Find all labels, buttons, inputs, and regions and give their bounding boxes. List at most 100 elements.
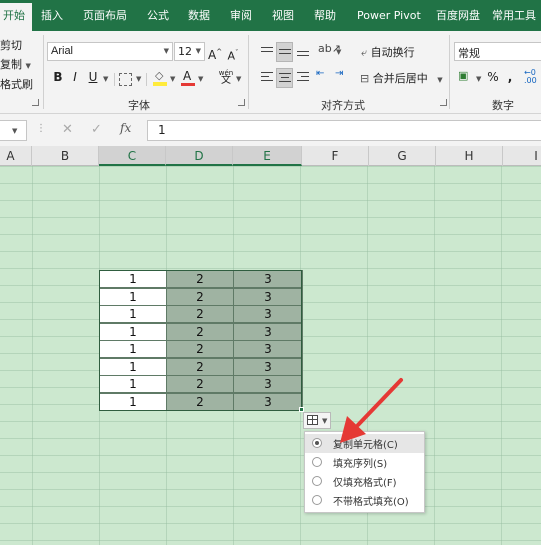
tab-power-pivot[interactable]: Power Pivot <box>357 0 421 31</box>
radio-selected-icon <box>312 438 322 448</box>
format-painter-button[interactable]: 格式刷 <box>0 76 33 92</box>
chevron-down-icon: ▼ <box>163 47 169 55</box>
cut-button[interactable]: 剪切 <box>0 37 22 53</box>
italic-button[interactable]: I <box>68 67 82 87</box>
insert-function-button[interactable]: fx <box>120 121 131 135</box>
merge-center-button[interactable]: ⊟ 合并后居中 ▼ <box>360 70 443 86</box>
align-top-icon[interactable] <box>259 42 275 60</box>
excel-window: 开始 插入 页面布局 公式 数据 审阅 视图 帮助 Power Pivot 百度… <box>0 0 541 545</box>
align-middle-icon[interactable] <box>276 42 293 62</box>
merge-center-icon: ⊟ <box>360 72 370 85</box>
chevron-down-icon[interactable]: ▼ <box>236 75 241 83</box>
align-bottom-icon[interactable] <box>295 42 311 60</box>
increase-font-size-button[interactable]: A^ <box>208 42 222 62</box>
font-size-value: 12 <box>178 45 192 58</box>
more-options-icon[interactable]: ⋮ <box>36 123 46 134</box>
tab-review[interactable]: 审阅 <box>230 0 252 31</box>
group-separator <box>43 35 44 109</box>
chevron-down-icon[interactable]: ▼ <box>198 75 203 83</box>
column-header-b[interactable]: B <box>32 146 99 166</box>
chevron-down-icon[interactable]: ▼ <box>170 75 175 83</box>
chevron-down-icon[interactable]: ▼ <box>476 75 481 83</box>
column-header-g[interactable]: G <box>369 146 436 166</box>
chevron-down-icon: ▼ <box>195 47 201 55</box>
chevron-down-icon[interactable]: ▼ <box>136 75 141 83</box>
chevron-down-icon[interactable]: ▼ <box>103 75 108 83</box>
decrease-indent-icon[interactable]: ⇤ <box>316 68 332 86</box>
ribbon: 剪切 复制 ▼ 格式刷 Arial ▼ 12 ▼ A^ Aˇ B I U ▼ ▼… <box>0 31 541 114</box>
wrap-text-icon: ⤶ <box>361 46 368 59</box>
menu-item-fill-without-formatting[interactable]: 不带格式填充(O) <box>305 491 424 510</box>
chevron-down-icon[interactable]: ▼ <box>336 48 341 56</box>
tab-page-layout[interactable]: 页面布局 <box>83 0 127 31</box>
font-size-dropdown[interactable]: 12 ▼ <box>174 42 205 61</box>
align-right-icon[interactable] <box>295 68 311 86</box>
tab-baidu-netdisk[interactable]: 百度网盘 <box>436 0 480 31</box>
name-box[interactable]: ▼ <box>0 120 27 141</box>
divider <box>114 73 115 86</box>
column-header-i[interactable]: I <box>503 146 541 166</box>
orientation-icon[interactable]: ab↗ <box>318 42 341 60</box>
copy-button[interactable]: 复制 ▼ <box>0 56 31 72</box>
column-header-f[interactable]: F <box>302 146 369 166</box>
chevron-down-icon: ▼ <box>322 417 328 425</box>
align-center-icon[interactable] <box>276 68 293 88</box>
tab-formulas[interactable]: 公式 <box>147 0 169 31</box>
number-group-label: 数字 <box>492 99 514 112</box>
align-left-icon[interactable] <box>259 68 275 86</box>
alignment-group-label: 对齐方式 <box>321 99 365 112</box>
tab-help[interactable]: 帮助 <box>314 0 336 31</box>
divider <box>146 73 147 86</box>
alignment-launcher-icon[interactable] <box>440 99 447 106</box>
tab-common-tools[interactable]: 常用工具 <box>492 0 536 31</box>
decrease-font-size-button[interactable]: Aˇ <box>226 43 240 63</box>
column-headers: A B C D E F G H I <box>0 146 541 166</box>
menu-item-fill-series[interactable]: 填充序列(S) <box>305 453 424 472</box>
menu-item-label: 填充序列(S) <box>333 459 388 470</box>
increase-decimal-icon[interactable]: ←0.00 <box>524 69 541 87</box>
chevron-down-icon: ▼ <box>12 127 18 135</box>
decrease-font-icon: A <box>227 49 236 63</box>
font-name-dropdown[interactable]: Arial ▼ <box>47 42 173 61</box>
number-format-dropdown[interactable]: 常规 <box>454 42 541 61</box>
annotation-arrow-icon <box>340 378 403 443</box>
tab-data[interactable]: 数据 <box>188 0 210 31</box>
font-name-value: Arial <box>51 45 74 57</box>
menu-item-fill-formatting-only[interactable]: 仅填充格式(F) <box>305 472 424 491</box>
auto-fill-options-button[interactable]: ▼ <box>303 412 331 429</box>
selected-range <box>99 270 302 411</box>
cancel-icon[interactable]: ✕ <box>62 122 73 137</box>
phonetic-guide-icon[interactable]: wén 文 <box>216 69 236 87</box>
tab-insert[interactable]: 插入 <box>41 0 63 31</box>
border-icon[interactable] <box>119 73 132 86</box>
font-launcher-icon[interactable] <box>238 99 245 106</box>
formula-input[interactable]: 1 <box>147 120 541 141</box>
column-header-a[interactable]: A <box>0 146 32 166</box>
tab-view[interactable]: 视图 <box>272 0 294 31</box>
enter-icon[interactable]: ✓ <box>91 122 102 137</box>
font-color-icon[interactable]: A <box>180 69 196 87</box>
bold-button[interactable]: B <box>51 67 65 87</box>
menu-item-label: 不带格式填充(O) <box>333 497 409 508</box>
column-header-h[interactable]: H <box>436 146 503 166</box>
column-header-d[interactable]: D <box>166 146 233 166</box>
ribbon-tab-bar: 开始 插入 页面布局 公式 数据 审阅 视图 帮助 Power Pivot 百度… <box>0 0 541 31</box>
chevron-down-icon: ▼ <box>437 76 443 84</box>
fill-color-icon[interactable]: ◇ <box>152 69 168 87</box>
formula-value: 1 <box>158 123 166 137</box>
column-header-c[interactable]: C <box>99 146 166 166</box>
increase-indent-icon[interactable]: ⇥ <box>335 68 351 86</box>
group-separator <box>449 35 450 109</box>
underline-button[interactable]: U <box>86 67 100 87</box>
tab-home[interactable]: 开始 <box>0 3 32 31</box>
comma-style-button[interactable]: , <box>505 67 515 87</box>
wrap-text-label: 自动换行 <box>370 46 415 59</box>
wrap-text-button[interactable]: ⤶ 自动换行 <box>361 44 415 60</box>
percent-style-button[interactable]: % <box>486 67 500 87</box>
copy-button-label: 复制 <box>0 58 22 71</box>
accounting-format-icon[interactable]: ▣ <box>458 69 474 87</box>
radio-icon <box>312 495 322 505</box>
column-header-e[interactable]: E <box>233 146 302 166</box>
clipboard-launcher-icon[interactable] <box>32 99 39 106</box>
increase-font-icon: A <box>208 48 217 62</box>
